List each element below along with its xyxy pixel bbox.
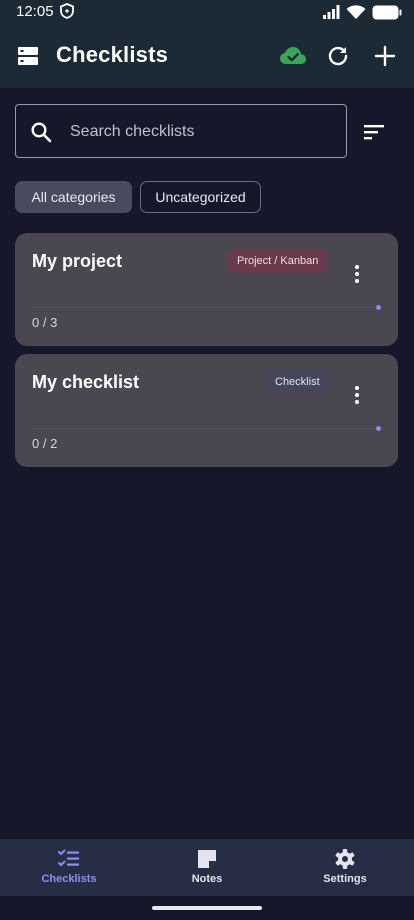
progress-bar-track	[32, 307, 382, 308]
nav-label: Checklists	[41, 873, 97, 885]
progress-bar-track	[32, 428, 382, 429]
category-badge: Checklist	[266, 370, 329, 394]
bottom-navigation: Checklists Notes Settings	[0, 839, 414, 896]
add-icon[interactable]	[373, 44, 397, 68]
checklist-title: My checklist	[32, 372, 140, 392]
filter-chip-label: All categories	[31, 189, 116, 205]
gear-icon	[335, 849, 355, 869]
wifi-icon	[346, 4, 366, 19]
progress-bar-indicator	[376, 305, 381, 310]
status-bar: 12:05	[0, 0, 414, 24]
nav-item-notes[interactable]: Notes	[138, 839, 276, 896]
storage-menu-icon[interactable]	[16, 44, 40, 68]
search-icon	[31, 122, 52, 143]
refresh-icon[interactable]	[326, 44, 350, 68]
checklist-progress-count: 0 / 2	[32, 436, 58, 451]
nav-item-checklists[interactable]: Checklists	[0, 839, 138, 896]
gesture-handle[interactable]	[152, 906, 262, 910]
progress-bar-indicator	[376, 426, 381, 431]
checklist-title: My project	[32, 251, 123, 271]
status-icons	[322, 4, 402, 20]
signal-icon	[323, 5, 340, 19]
note-icon	[198, 850, 216, 868]
sort-icon[interactable]	[362, 121, 386, 143]
filter-chip-all-categories[interactable]: All categories	[15, 181, 132, 213]
checklist-card[interactable]: My checklist Checklist 0 / 2	[15, 354, 398, 467]
checklist-card[interactable]: My project Project / Kanban 0 / 3	[15, 233, 398, 346]
more-vert-icon[interactable]	[352, 264, 362, 284]
app-bar: Checklists	[0, 24, 414, 88]
filter-chip-label: Uncategorized	[155, 189, 246, 205]
status-time: 12:05	[16, 3, 54, 20]
nav-label: Settings	[323, 873, 367, 885]
checklist-icon	[58, 849, 79, 866]
more-vert-icon[interactable]	[352, 385, 362, 405]
search-box[interactable]	[15, 104, 347, 159]
checklist-progress-count: 0 / 3	[32, 315, 58, 330]
nav-label: Notes	[191, 873, 223, 885]
cloud-sync-ok-icon[interactable]	[279, 43, 307, 69]
page-title: Checklists	[56, 42, 169, 67]
search-input[interactable]	[68, 105, 342, 159]
shield-icon	[60, 3, 74, 19]
category-badge: Project / Kanban	[228, 249, 328, 273]
battery-icon	[372, 5, 402, 19]
filter-chip-uncategorized[interactable]: Uncategorized	[140, 181, 261, 213]
nav-item-settings[interactable]: Settings	[276, 839, 414, 896]
